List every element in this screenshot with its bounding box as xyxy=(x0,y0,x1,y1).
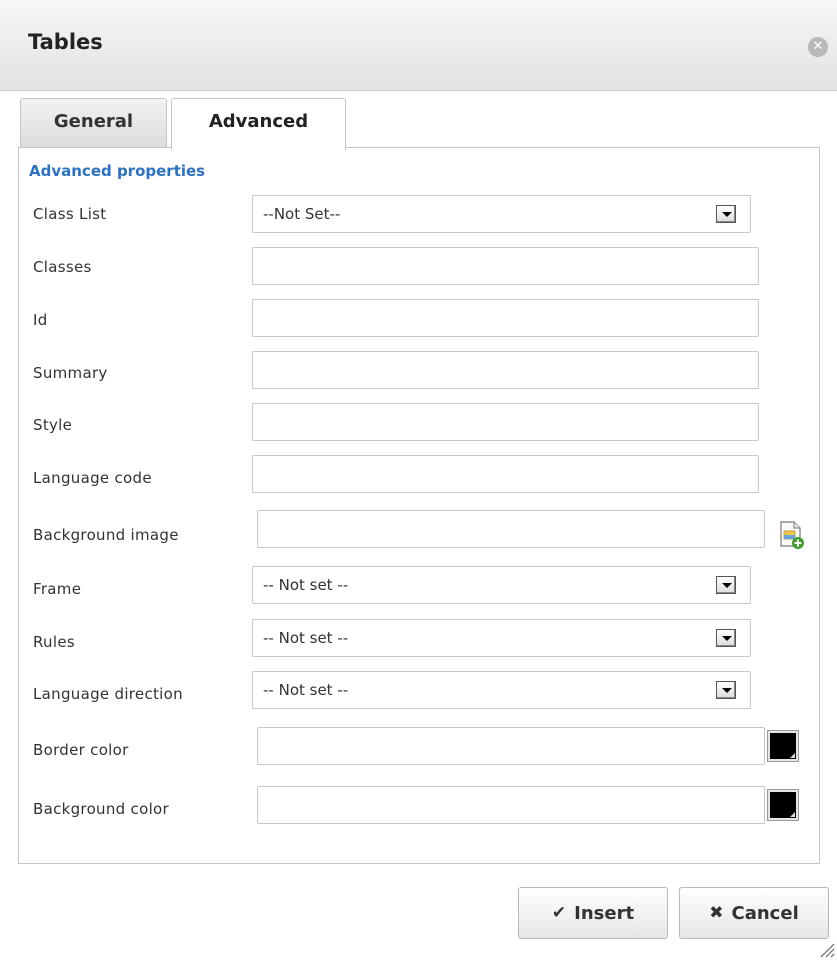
checkmark-icon: ✔ xyxy=(551,903,567,923)
class-list-select[interactable]: --Not Set-- xyxy=(252,195,751,233)
class-list-value: --Not Set-- xyxy=(263,205,341,223)
chevron-down-icon xyxy=(716,576,736,594)
style-label: Style xyxy=(33,416,73,434)
classes-input[interactable] xyxy=(252,247,759,285)
cancel-button-label: Cancel xyxy=(731,902,799,924)
rules-label: Rules xyxy=(33,633,75,651)
insert-button-label: Insert xyxy=(574,902,635,924)
language-code-label: Language code xyxy=(33,469,152,487)
border-color-label: Border color xyxy=(33,741,129,759)
style-input[interactable] xyxy=(252,403,759,441)
id-label: Id xyxy=(33,311,48,329)
id-input[interactable] xyxy=(252,299,759,337)
resize-handle-icon[interactable] xyxy=(817,940,835,958)
close-icon[interactable]: ✕ xyxy=(808,37,828,57)
cancel-button[interactable]: ✖ Cancel xyxy=(679,887,829,939)
rules-value: -- Not set -- xyxy=(263,629,349,647)
background-image-label: Background image xyxy=(33,526,179,544)
summary-input[interactable] xyxy=(252,351,759,389)
frame-label: Frame xyxy=(33,580,82,598)
language-direction-label: Language direction xyxy=(33,685,183,703)
rules-select[interactable]: -- Not set -- xyxy=(252,619,751,657)
chevron-down-icon xyxy=(716,205,736,223)
language-direction-value: -- Not set -- xyxy=(263,681,349,699)
chevron-down-icon xyxy=(716,629,736,647)
background-color-picker-icon[interactable] xyxy=(767,789,799,821)
frame-select[interactable]: -- Not set -- xyxy=(252,566,751,604)
background-color-input[interactable] xyxy=(257,786,765,824)
chevron-down-icon xyxy=(716,681,736,699)
background-image-input[interactable] xyxy=(257,510,765,548)
border-color-picker-icon[interactable] xyxy=(767,730,799,762)
tab-advanced[interactable]: Advanced xyxy=(171,98,346,150)
border-color-input[interactable] xyxy=(257,727,765,765)
background-color-label: Background color xyxy=(33,800,169,818)
dialog-title: Tables xyxy=(28,30,103,54)
language-code-input[interactable] xyxy=(252,455,759,493)
browse-image-icon[interactable] xyxy=(776,520,806,550)
tab-general[interactable]: General xyxy=(20,98,167,148)
language-direction-select[interactable]: -- Not set -- xyxy=(252,671,751,709)
x-icon: ✖ xyxy=(709,903,724,923)
insert-button[interactable]: ✔ Insert xyxy=(518,887,668,939)
class-list-label: Class List xyxy=(33,205,107,223)
summary-label: Summary xyxy=(33,364,108,382)
section-legend: Advanced properties xyxy=(29,162,206,180)
frame-value: -- Not set -- xyxy=(263,576,349,594)
dialog-titlebar: Tables ✕ xyxy=(0,0,837,91)
classes-label: Classes xyxy=(33,258,92,276)
